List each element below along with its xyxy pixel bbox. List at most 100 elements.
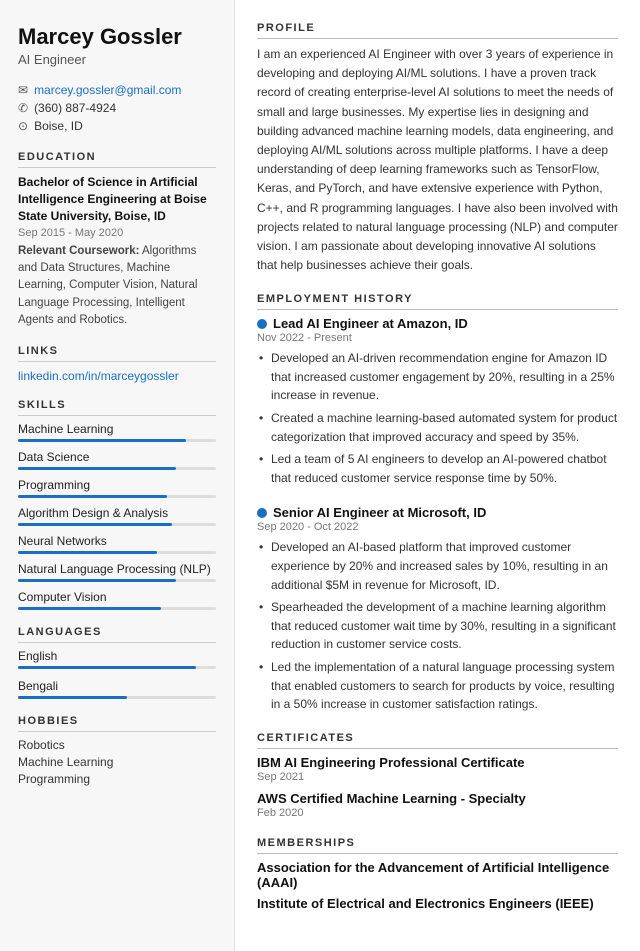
job-bullet: Developed an AI-based platform that impr…	[257, 538, 618, 594]
job-date: Sep 2020 - Oct 2022	[257, 521, 618, 533]
hobby-item: Programming	[18, 772, 216, 786]
hobby-item: Machine Learning	[18, 755, 216, 769]
job-bullet: Developed an AI-driven recommendation en…	[257, 349, 618, 405]
email-icon: ✉	[18, 83, 28, 97]
job-bullet: Led the implementation of a natural lang…	[257, 658, 618, 714]
skill-bar-fill	[18, 467, 176, 470]
skill-item: Neural Networks	[18, 534, 216, 554]
skill-bar-fill	[18, 495, 167, 498]
skill-item: Algorithm Design & Analysis	[18, 506, 216, 526]
candidate-title: AI Engineer	[18, 52, 216, 67]
membership-item: Institute of Electrical and Electronics …	[257, 896, 618, 911]
job-title: Senior AI Engineer at Microsoft, ID	[257, 505, 618, 520]
edu-coursework: Relevant Coursework: Algorithms and Data…	[18, 243, 216, 329]
skill-bar-bg	[18, 551, 216, 554]
job-bullet: Led a team of 5 AI engineers to develop …	[257, 450, 618, 487]
certificate-item: AWS Certified Machine Learning - Special…	[257, 791, 618, 819]
languages-heading: LANGUAGES	[18, 626, 216, 643]
certificates-section: CERTIFICATES IBM AI Engineering Professi…	[257, 732, 618, 819]
education-heading: EDUCATION	[18, 151, 216, 168]
skill-label: Data Science	[18, 450, 216, 464]
skill-label: Programming	[18, 478, 216, 492]
job-entry: Lead AI Engineer at Amazon, ID Nov 2022 …	[257, 316, 618, 487]
links-heading: LINKS	[18, 345, 216, 362]
job-dot	[257, 319, 267, 329]
edu-degree: Bachelor of Science in Artificial Intell…	[18, 174, 216, 224]
candidate-name: Marcey Gossler	[18, 24, 216, 50]
language-bar-bg	[18, 666, 216, 669]
skill-item: Machine Learning	[18, 422, 216, 442]
cert-name: AWS Certified Machine Learning - Special…	[257, 791, 618, 806]
language-bar-fill	[18, 696, 127, 699]
certificates-container: IBM AI Engineering Professional Certific…	[257, 755, 618, 819]
language-label: Bengali	[18, 679, 216, 693]
skill-label: Algorithm Design & Analysis	[18, 506, 216, 520]
phone-text: (360) 887-4924	[34, 101, 116, 115]
location-text: Boise, ID	[34, 119, 83, 133]
main-content: PROFILE I am an experienced AI Engineer …	[235, 0, 640, 951]
coursework-label: Relevant Coursework:	[18, 245, 139, 257]
skill-bar-bg	[18, 467, 216, 470]
certificate-item: IBM AI Engineering Professional Certific…	[257, 755, 618, 783]
skill-item: Data Science	[18, 450, 216, 470]
memberships-heading: MEMBERSHIPS	[257, 837, 618, 854]
skill-label: Neural Networks	[18, 534, 216, 548]
jobs-container: Lead AI Engineer at Amazon, ID Nov 2022 …	[257, 316, 618, 714]
skill-bar-bg	[18, 579, 216, 582]
job-bullets: Developed an AI-based platform that impr…	[257, 538, 618, 713]
skill-bar-fill	[18, 551, 157, 554]
skills-list: Machine Learning Data Science Programmin…	[18, 422, 216, 610]
skill-label: Computer Vision	[18, 590, 216, 604]
skill-bar-bg	[18, 495, 216, 498]
language-label: English	[18, 649, 216, 663]
email-item: ✉ marcey.gossler@gmail.com	[18, 83, 216, 97]
languages-list: English Bengali	[18, 649, 216, 699]
job-title: Lead AI Engineer at Amazon, ID	[257, 316, 618, 331]
job-date: Nov 2022 - Present	[257, 332, 618, 344]
links-section: linkedin.com/in/marceygossler	[18, 368, 216, 383]
skill-label: Machine Learning	[18, 422, 216, 436]
linkedin-link[interactable]: linkedin.com/in/marceygossler	[18, 369, 179, 383]
skill-item: Computer Vision	[18, 590, 216, 610]
profile-section: PROFILE I am an experienced AI Engineer …	[257, 22, 618, 275]
language-item: Bengali	[18, 679, 216, 699]
skill-bar-bg	[18, 439, 216, 442]
skills-heading: SKILLS	[18, 399, 216, 416]
skill-bar-bg	[18, 523, 216, 526]
language-bar-fill	[18, 666, 196, 669]
job-entry: Senior AI Engineer at Microsoft, ID Sep …	[257, 505, 618, 713]
profile-heading: PROFILE	[257, 22, 618, 39]
cert-date: Sep 2021	[257, 771, 618, 783]
location-icon: ⊙	[18, 119, 28, 133]
skill-bar-fill	[18, 439, 186, 442]
hobbies-heading: HOBBIES	[18, 715, 216, 732]
language-item: English	[18, 649, 216, 669]
language-bar-bg	[18, 696, 216, 699]
hobby-item: Robotics	[18, 738, 216, 752]
location-item: ⊙ Boise, ID	[18, 119, 216, 133]
skill-bar-fill	[18, 607, 161, 610]
skill-item: Natural Language Processing (NLP)	[18, 562, 216, 582]
contact-list: ✉ marcey.gossler@gmail.com ✆ (360) 887-4…	[18, 83, 216, 133]
email-link[interactable]: marcey.gossler@gmail.com	[34, 83, 181, 97]
employment-section: EMPLOYMENT HISTORY Lead AI Engineer at A…	[257, 293, 618, 714]
memberships-section: MEMBERSHIPS Association for the Advancem…	[257, 837, 618, 911]
sidebar: Marcey Gossler AI Engineer ✉ marcey.goss…	[0, 0, 235, 951]
employment-heading: EMPLOYMENT HISTORY	[257, 293, 618, 310]
edu-date: Sep 2015 - May 2020	[18, 227, 216, 239]
phone-item: ✆ (360) 887-4924	[18, 101, 216, 115]
skill-bar-fill	[18, 523, 172, 526]
certificates-heading: CERTIFICATES	[257, 732, 618, 749]
job-bullet: Spearheaded the development of a machine…	[257, 598, 618, 654]
job-bullet: Created a machine learning-based automat…	[257, 409, 618, 446]
profile-text: I am an experienced AI Engineer with ove…	[257, 45, 618, 275]
skill-item: Programming	[18, 478, 216, 498]
skill-bar-bg	[18, 607, 216, 610]
cert-name: IBM AI Engineering Professional Certific…	[257, 755, 618, 770]
hobbies-list: Robotics Machine Learning Programming	[18, 738, 216, 786]
phone-icon: ✆	[18, 101, 28, 115]
job-dot	[257, 508, 267, 518]
membership-item: Association for the Advancement of Artif…	[257, 860, 618, 890]
skill-label: Natural Language Processing (NLP)	[18, 562, 216, 576]
memberships-container: Association for the Advancement of Artif…	[257, 860, 618, 911]
